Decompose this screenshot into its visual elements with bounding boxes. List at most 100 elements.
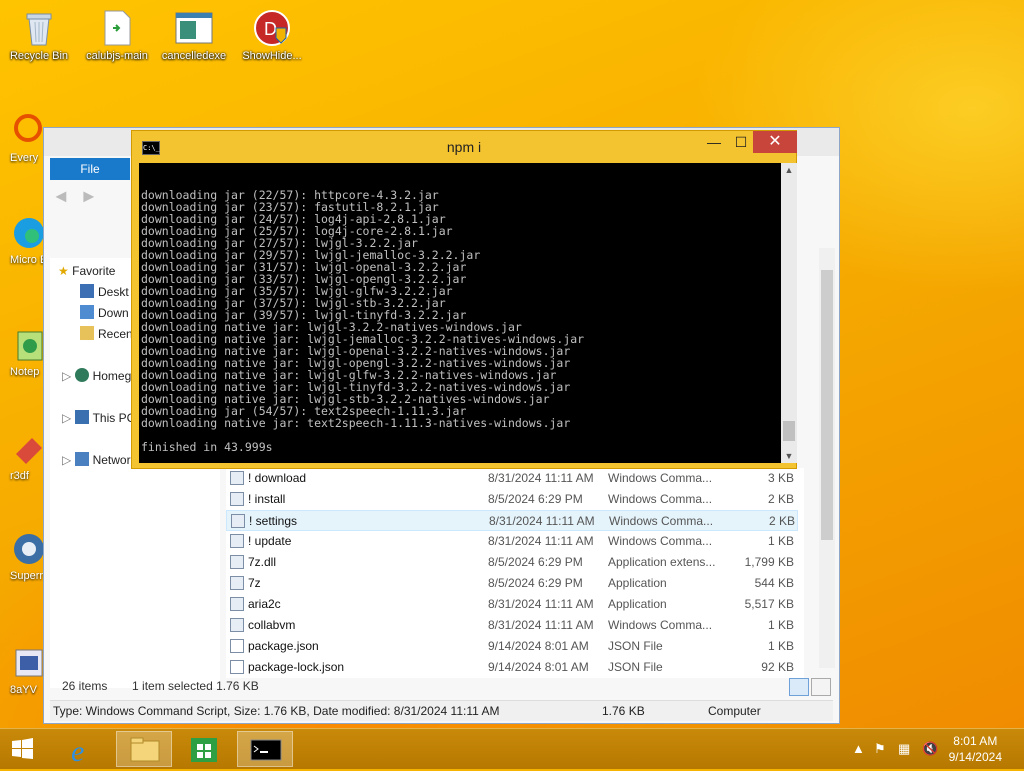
table-row[interactable]: collabvm 8/31/2024 11:11 AM Windows Comma.… [226, 615, 798, 636]
details-view-icon[interactable] [789, 678, 809, 696]
network-icon [74, 452, 89, 466]
file-size: 1 KB [767, 534, 794, 548]
window-app-icon [174, 8, 214, 48]
file-name: aria2c [248, 597, 281, 611]
ribbon-file-tab[interactable]: File [50, 158, 130, 180]
file-size: 92 KB [761, 660, 794, 674]
volume-muted-icon[interactable]: 🔇 [922, 741, 938, 757]
cancelledexe-icon[interactable]: cancelledexe [156, 8, 232, 62]
table-row[interactable]: ! settings 8/31/2024 11:11 AM Windows Comm… [226, 510, 798, 531]
scroll-down-icon[interactable]: ▼ [781, 451, 797, 461]
window-title: npm i [446, 139, 482, 155]
file-name: package-lock.json [248, 660, 345, 674]
large-icons-view-icon[interactable] [811, 678, 831, 696]
file-icon [230, 639, 244, 653]
file-date: 9/14/2024 8:01 AM [488, 639, 589, 653]
file-size: 2 KB [768, 514, 795, 528]
file-date: 8/31/2024 11:11 AM [488, 534, 594, 548]
nav-downloads[interactable]: Down [80, 305, 129, 320]
showhide-icon[interactable]: D ShowHide... [234, 8, 310, 62]
nav-desktop[interactable]: Deskt [80, 284, 129, 299]
selection-info: 1 item selected 1.76 KB [132, 679, 259, 693]
file-date: 8/5/2024 6:29 PM [488, 576, 583, 590]
file-type: Application [608, 576, 667, 590]
clock[interactable]: 8:01 AM 9/14/2024 [949, 733, 1002, 765]
console-titlebar[interactable]: C:\_ npm i — ☐ ✕ [132, 131, 797, 163]
downloads-folder-icon [80, 305, 94, 319]
nav-network[interactable]: ▷ Network [62, 452, 137, 467]
maximize-button[interactable]: ☐ [726, 131, 756, 153]
taskbar-file-explorer[interactable] [116, 731, 172, 767]
close-button[interactable]: ✕ [753, 131, 797, 153]
table-row[interactable]: 7z.dll 8/5/2024 6:29 PM Application extens… [226, 552, 798, 573]
table-row[interactable]: ! download 8/31/2024 11:11 AM Windows Comm… [226, 468, 798, 489]
file-size: 3 KB [767, 471, 794, 485]
network-tray-icon[interactable]: ▦ [898, 741, 910, 757]
file-size: 544 KB [754, 576, 794, 590]
table-row[interactable]: 7z 8/5/2024 6:29 PM Application 544 KB [226, 573, 798, 594]
file-type: JSON File [608, 660, 663, 674]
nav-recent[interactable]: Recen [80, 326, 133, 341]
cmd-icon [250, 739, 282, 761]
star-icon: ★ [58, 264, 69, 278]
taskbar: e ▲ ⚑ ▦ 🔇 8:01 AM 9/14/2024 [0, 728, 1024, 769]
item-count: 26 items [62, 679, 108, 693]
taskbar-store[interactable] [176, 731, 232, 767]
file-name: collabvm [248, 618, 296, 632]
table-row[interactable]: package-lock.json 9/14/2024 8:01 AM JSON F… [226, 657, 798, 678]
file-size: 1,799 KB [744, 555, 794, 569]
taskbar-command-prompt[interactable] [237, 731, 293, 767]
file-type: Application [608, 597, 667, 611]
table-row[interactable]: ! install 8/5/2024 6:29 PM Windows Comma..… [226, 489, 798, 510]
file-list[interactable]: ! download 8/31/2024 11:11 AM Windows Comm… [226, 468, 804, 678]
file-list-scrollbar[interactable] [819, 248, 835, 668]
script-icon [230, 534, 244, 548]
recycle-bin-icon[interactable]: Recycle Bin [1, 8, 77, 62]
table-row[interactable]: ! update 8/31/2024 11:11 AM Windows Comma.… [226, 531, 798, 552]
homegroup-icon [74, 368, 89, 382]
start-button[interactable] [0, 731, 46, 767]
nav-favorites[interactable]: ★ Favorite [58, 264, 115, 278]
file-type: Windows Comma... [608, 534, 713, 548]
console-scrollbar[interactable]: ▲ ▼ [781, 163, 797, 463]
scrollbar-thumb[interactable] [821, 270, 833, 540]
minimize-button[interactable]: — [699, 131, 729, 153]
file-icon [230, 660, 244, 674]
store-icon [191, 738, 217, 762]
file-name: 7z [248, 576, 261, 590]
action-center-flag-icon[interactable]: ⚑ [874, 741, 886, 757]
details-size: 1.76 KB [602, 704, 645, 718]
table-row[interactable]: package.json 9/14/2024 8:01 AM JSON File 1 … [226, 636, 798, 657]
svg-text:D: D [264, 19, 277, 39]
file-type: Windows Comma... [608, 471, 713, 485]
file-date: 8/5/2024 6:29 PM [488, 555, 583, 569]
console-window[interactable]: C:\_ npm i — ☐ ✕ downloading jar (22/57)… [131, 130, 797, 469]
back-forward-arrows[interactable]: ◄► [52, 186, 108, 207]
file-type: Windows Comma... [608, 492, 713, 506]
scrollbar-thumb[interactable] [783, 421, 795, 441]
recycle-bin-glyph [19, 8, 59, 48]
file-name: package.json [248, 639, 319, 653]
file-name: ! install [248, 492, 286, 506]
internet-explorer-icon: e [71, 735, 84, 768]
taskbar-internet-explorer[interactable]: e [56, 731, 112, 768]
details-text: Type: Windows Command Script, Size: 1.76… [53, 704, 500, 718]
show-hidden-icons-icon[interactable]: ▲ [852, 741, 865, 756]
file-type: JSON File [608, 639, 663, 653]
app-icon [230, 576, 244, 590]
console-output[interactable]: downloading jar (22/57): httpcore-4.3.2.… [139, 163, 781, 463]
status-bar: 26 items 1 item selected 1.76 KB [62, 679, 259, 693]
file-name: ! download [248, 471, 307, 485]
expand-arrow-icon: ▷ [62, 453, 72, 467]
scroll-up-icon[interactable]: ▲ [781, 165, 797, 175]
calubjs-main-icon[interactable]: calubjs-main [79, 8, 155, 62]
console-line-text: downloading native jar: text2speech-1.11… [141, 416, 571, 430]
nav-this-pc[interactable]: ▷ This PC [62, 410, 135, 425]
file-size: 2 KB [767, 492, 794, 506]
expand-arrow-icon: ▷ [62, 411, 72, 425]
table-row[interactable]: aria2c 8/31/2024 11:11 AM Application 5,517… [226, 594, 798, 615]
file-date: 8/31/2024 11:11 AM [489, 514, 595, 528]
console-line: finished in 43.999s [141, 441, 781, 453]
nav-homegroup[interactable]: ▷ Homeg [62, 368, 131, 383]
